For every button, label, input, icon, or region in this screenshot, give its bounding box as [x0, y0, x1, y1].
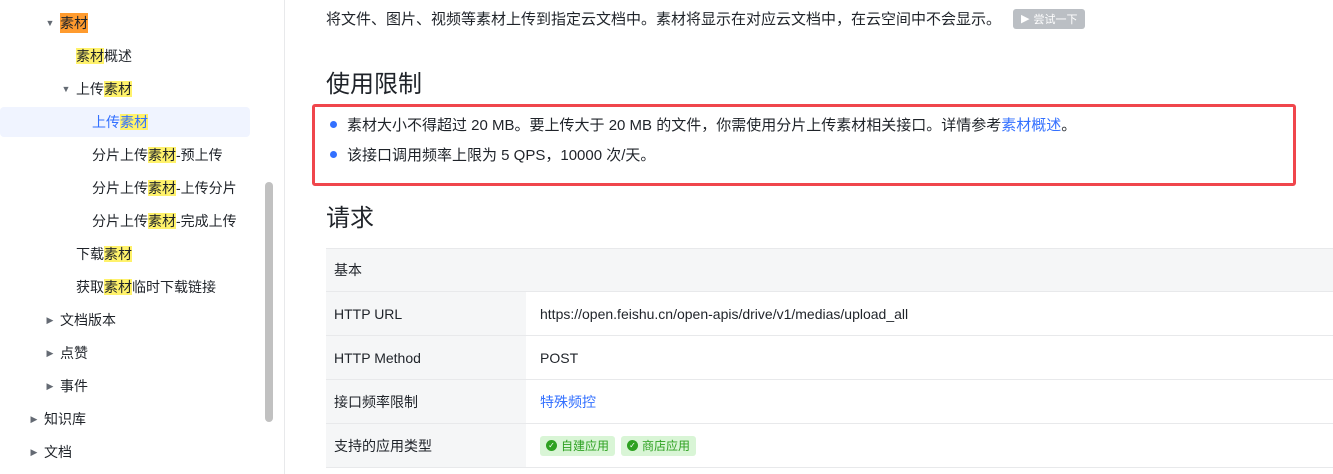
- sidebar-item-upload-finish[interactable]: 分片上传素材-完成上传: [92, 206, 237, 236]
- section-title-limits: 使用限制: [326, 71, 422, 98]
- highlight-text: 素材: [104, 246, 132, 262]
- sidebar-item-likes[interactable]: ▶ 点赞: [44, 338, 88, 368]
- tag-label: 商店应用: [642, 439, 691, 453]
- app-type-tag: ✓ 商店应用: [621, 435, 697, 456]
- sidebar-item-label: 知识库: [44, 411, 86, 427]
- highlight-text: 素材: [104, 81, 132, 97]
- sidebar-item-docs[interactable]: ▶ 文档: [28, 437, 72, 467]
- try-it-label: 尝试一下: [1033, 13, 1078, 26]
- bullet-text-end: 。: [1061, 117, 1077, 134]
- limit-bullet-rate: 该接口调用频率上限为 5 QPS，10000 次/天。: [330, 144, 655, 165]
- caret-down-icon[interactable]: ▼: [60, 84, 72, 94]
- table-key: HTTP Method: [326, 336, 526, 379]
- play-icon: ▶: [1021, 13, 1030, 25]
- request-basic-table: 基本 HTTP URL https://open.feishu.cn/open-…: [326, 248, 1333, 468]
- table-row: 支持的应用类型 ✓ 自建应用 ✓ 商店应用: [326, 424, 1333, 468]
- sidebar-item-label: 文档版本: [60, 312, 116, 328]
- sidebar-scrollbar-thumb[interactable]: [265, 182, 273, 422]
- sidebar-item-media[interactable]: ▼ 素材: [44, 8, 88, 38]
- sidebar-item-upload-media-group[interactable]: ▼ 上传素材: [60, 74, 132, 104]
- sidebar-nav: ▼ 素材 素材概述 ▼ 上传素材 上传素材 分片上传素材-预上传 分片上传素材-…: [0, 0, 280, 474]
- sidebar-item-media-overview[interactable]: 素材概述: [76, 41, 132, 71]
- caret-right-icon[interactable]: ▶: [28, 447, 40, 458]
- limit-bullet-size: 素材大小不得超过 20 MB。要上传大于 20 MB 的文件，你需使用分片上传素…: [330, 114, 1076, 135]
- section-title-request: 请求: [326, 205, 374, 232]
- table-header: 基本: [326, 248, 1333, 292]
- bullet-text: 该接口调用频率上限为 5 QPS，10000 次/天。: [347, 147, 656, 164]
- bullet-text: 素材大小不得超过 20 MB。要上传大于 20 MB 的文件，你需使用分片上传素…: [347, 117, 1002, 134]
- try-it-button[interactable]: ▶ 尝试一下: [1013, 8, 1086, 29]
- bullet-dot: [330, 121, 337, 128]
- sidebar-item-doc-version[interactable]: ▶ 文档版本: [44, 305, 116, 335]
- sidebar-item-upload-part[interactable]: 分片上传素材-上传分片: [92, 173, 237, 203]
- sidebar-item-wiki[interactable]: ▶ 知识库: [28, 404, 86, 434]
- rate-limit-link[interactable]: 特殊频控: [540, 392, 596, 412]
- app-type-tag: ✓ 自建应用: [540, 435, 616, 456]
- sidebar-item-label: 获取: [76, 279, 104, 295]
- table-key: 接口频率限制: [326, 380, 526, 423]
- sidebar-item-upload-media[interactable]: 上传素材: [0, 107, 250, 137]
- sidebar-item-label: -预上传: [176, 147, 223, 163]
- sidebar-item-label: 分片上传: [92, 147, 148, 163]
- sidebar-item-label: 概述: [104, 48, 132, 64]
- sidebar-item-label: 上传: [76, 81, 104, 97]
- table-key: HTTP URL: [326, 292, 526, 335]
- intro-paragraph: 将文件、图片、视频等素材上传到指定云文档中。素材将显示在对应云文档中，在云空间中…: [326, 8, 1086, 29]
- sidebar-item-label: -上传分片: [176, 180, 237, 196]
- check-circle-icon: ✓: [627, 440, 639, 451]
- intro-text: 将文件、图片、视频等素材上传到指定云文档中。素材将显示在对应云文档中，在云空间中…: [326, 11, 1002, 28]
- sidebar-item-label: -完成上传: [176, 213, 237, 229]
- highlight-text: 素材: [120, 114, 148, 130]
- table-row: HTTP Method POST: [326, 336, 1333, 380]
- sidebar-item-label: 上传: [92, 114, 120, 130]
- highlight-text: 素材: [148, 147, 176, 163]
- media-overview-link[interactable]: 素材概述: [1001, 114, 1061, 135]
- sidebar-item-label: 分片上传: [92, 213, 148, 229]
- highlight-text: 素材: [148, 180, 176, 196]
- sidebar-item-label: 下载: [76, 246, 104, 262]
- table-value-method: POST: [540, 349, 579, 366]
- caret-right-icon[interactable]: ▶: [44, 315, 56, 326]
- sidebar-item-temp-download-url[interactable]: 获取素材临时下载链接: [76, 272, 216, 302]
- table-value-url: https://open.feishu.cn/open-apis/drive/v…: [540, 305, 909, 322]
- tag-label: 自建应用: [561, 439, 610, 453]
- caret-right-icon[interactable]: ▶: [44, 381, 56, 392]
- sidebar-item-label: 文档: [44, 444, 72, 460]
- sidebar-item-upload-prepare[interactable]: 分片上传素材-预上传: [92, 140, 223, 170]
- sidebar-item-label: 分片上传: [92, 180, 148, 196]
- sidebar-item-download-media[interactable]: 下载素材: [76, 239, 132, 269]
- bullet-dot: [330, 151, 337, 158]
- table-row: HTTP URL https://open.feishu.cn/open-api…: [326, 292, 1333, 336]
- caret-right-icon[interactable]: ▶: [44, 348, 56, 359]
- sidebar-item-label: 素材: [60, 13, 88, 33]
- main-content: 将文件、图片、视频等素材上传到指定云文档中。素材将显示在对应云文档中，在云空间中…: [286, 0, 1333, 474]
- sidebar-item-events[interactable]: ▶ 事件: [44, 371, 88, 401]
- sidebar-item-label: 事件: [60, 378, 88, 394]
- check-circle-icon: ✓: [546, 440, 557, 451]
- highlight-text: 素材: [104, 279, 132, 295]
- sidebar-divider: [284, 0, 285, 474]
- table-key: 支持的应用类型: [326, 424, 526, 467]
- sidebar-item-label: 点赞: [60, 345, 88, 361]
- caret-right-icon[interactable]: ▶: [28, 414, 40, 425]
- highlight-text: 素材: [76, 48, 104, 64]
- table-header-cell: 基本: [334, 262, 362, 278]
- table-row: 接口频率限制 特殊频控: [326, 380, 1333, 424]
- sidebar-item-label: 临时下载链接: [132, 279, 216, 295]
- highlight-text: 素材: [148, 213, 176, 229]
- caret-down-icon[interactable]: ▼: [44, 18, 56, 28]
